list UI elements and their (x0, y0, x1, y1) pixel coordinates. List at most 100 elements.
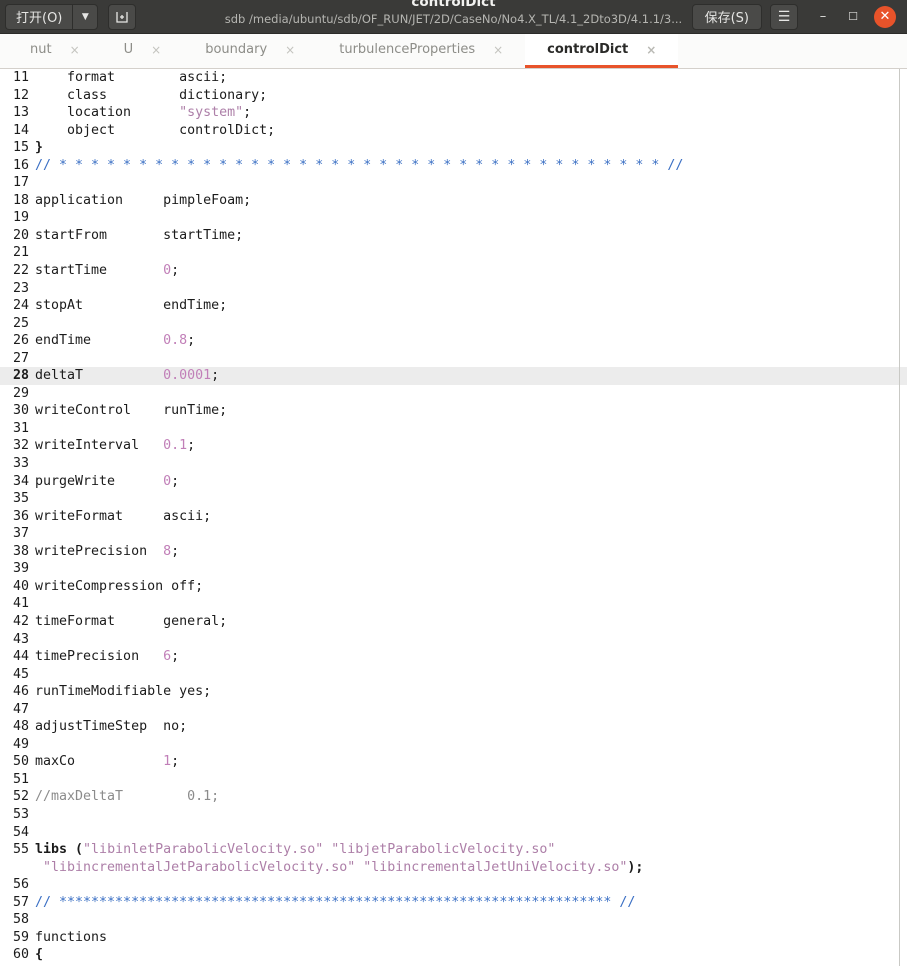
line-number: 55 (12, 842, 29, 858)
tab-close-icon[interactable]: × (493, 43, 503, 57)
code-line[interactable]: 58 (0, 911, 907, 929)
tab-turbulenceProperties[interactable]: turbulenceProperties × (317, 34, 525, 68)
source-code-view[interactable]: 11 format ascii; 12 class dictionary; 13 l… (0, 69, 907, 966)
code-token: timeFormat general; (35, 613, 228, 629)
code-line[interactable]: 23 (0, 280, 907, 298)
code-line[interactable]: 17 (0, 174, 907, 192)
code-line-wrapped[interactable]: 55 "libincrementalJetParabolicVelocity.s… (0, 859, 907, 877)
code-line[interactable]: 33 (0, 455, 907, 473)
code-line[interactable]: 55 libs ("libinletParabolicVelocity.so" "… (0, 841, 907, 859)
code-line[interactable]: 43 (0, 631, 907, 649)
code-token: maxCo (35, 754, 164, 770)
maximize-window-button[interactable]: ☐ (838, 4, 868, 30)
tab-boundary[interactable]: boundary × (183, 34, 317, 68)
open-recent-dropdown-button[interactable]: ▼ (72, 3, 99, 30)
code-line[interactable]: 47 (0, 701, 907, 719)
code-token: stopAt endTime; (35, 298, 228, 314)
code-line[interactable]: 30 writeControl runTime; (0, 402, 907, 420)
editor-area[interactable]: 11 format ascii; 12 class dictionary; 13 l… (0, 69, 907, 966)
code-line[interactable]: 44 timePrecision 6; (0, 648, 907, 666)
code-token: 0.1 (163, 438, 188, 454)
tab-controlDict[interactable]: controlDict × (525, 34, 679, 68)
line-number: 58 (12, 912, 29, 928)
code-line[interactable]: 40 writeCompression off; (0, 578, 907, 596)
code-token: 1 (163, 754, 172, 770)
close-window-button[interactable]: ✕ (874, 5, 896, 28)
code-line[interactable]: 36 writeFormat ascii; (0, 508, 907, 526)
code-line[interactable]: 12 class dictionary; (0, 87, 907, 105)
code-line[interactable]: 13 location "system"; (0, 104, 907, 122)
line-number: 54 (12, 824, 29, 840)
code-line[interactable]: 35 (0, 490, 907, 508)
code-line[interactable]: 14 object controlDict; (0, 122, 907, 140)
open-button[interactable]: 打开(O) (5, 3, 73, 30)
code-line[interactable]: 48 adjustTimeStep no; (0, 718, 907, 736)
tab-close-icon[interactable]: × (151, 43, 161, 57)
code-line[interactable]: 56 (0, 876, 907, 894)
code-line[interactable]: 19 (0, 209, 907, 227)
code-line[interactable]: 45 (0, 666, 907, 684)
code-line[interactable]: 11 format ascii; (0, 69, 907, 87)
code-line[interactable]: 39 (0, 560, 907, 578)
code-token: } (35, 140, 44, 156)
code-line[interactable]: 15} (0, 139, 907, 157)
code-token: ; (171, 263, 180, 279)
open-button-label: 打开(O) (16, 11, 63, 26)
chevron-down-icon: ▼ (81, 11, 89, 22)
line-number: 53 (12, 806, 29, 822)
code-line[interactable]: 28 deltaT 0.0001; (0, 367, 907, 385)
tab-close-icon[interactable]: × (285, 43, 295, 57)
code-line[interactable]: 54 (0, 824, 907, 842)
tab-bar: nut × U × boundary × turbulenceProperties × cont… (0, 34, 907, 69)
code-line[interactable]: 57 // ***********************************… (0, 894, 907, 912)
tab-close-icon[interactable]: × (646, 43, 656, 57)
code-line[interactable]: 24 stopAt endTime; (0, 297, 907, 315)
code-line[interactable]: 25 (0, 315, 907, 333)
code-token: object (35, 122, 180, 138)
hamburger-menu-button[interactable]: ☰ (770, 3, 798, 30)
code-line[interactable]: 32 writeInterval 0.1; (0, 437, 907, 455)
line-number: 52 (12, 789, 29, 805)
code-line[interactable]: 53 (0, 806, 907, 824)
code-token: endTime (35, 333, 164, 349)
new-document-button[interactable] (108, 3, 137, 30)
line-number: 60 (12, 947, 29, 963)
code-token: location (35, 105, 180, 121)
code-line[interactable]: 50 maxCo 1; (0, 753, 907, 771)
save-button[interactable]: 保存(S) (691, 3, 762, 30)
code-line[interactable]: 51 (0, 771, 907, 789)
code-line[interactable]: 22 startTime 0; (0, 262, 907, 280)
code-line[interactable]: 27 (0, 350, 907, 368)
code-line[interactable]: 46 runTimeModifiable yes; (0, 683, 907, 701)
code-token: { (35, 947, 44, 963)
minimize-window-button[interactable]: – (808, 4, 838, 30)
line-number: 16 (12, 157, 29, 173)
code-token: 0 (163, 263, 172, 279)
code-line[interactable]: 42 timeFormat general; (0, 613, 907, 631)
code-line[interactable]: 38 writePrecision 8; (0, 543, 907, 561)
line-number: 34 (12, 473, 29, 489)
code-token: adjustTimeStep no; (35, 719, 188, 735)
code-line[interactable]: 31 (0, 420, 907, 438)
code-line[interactable]: 34 purgeWrite 0; (0, 473, 907, 491)
tab-close-icon[interactable]: × (70, 43, 80, 57)
code-line[interactable]: 26 endTime 0.8; (0, 332, 907, 350)
code-line[interactable]: 20 startFrom startTime; (0, 227, 907, 245)
tab-nut[interactable]: nut × (8, 34, 102, 68)
code-token: writeControl runTime; (35, 403, 228, 419)
code-line[interactable]: 21 (0, 244, 907, 262)
line-number: 20 (12, 227, 29, 243)
code-line[interactable]: 49 (0, 736, 907, 754)
code-line[interactable]: 18 application pimpleFoam; (0, 192, 907, 210)
code-line[interactable]: 16 // * * * * * * * * * * * * * * * * * *… (0, 157, 907, 175)
code-token: // *************************************… (35, 894, 636, 910)
code-line[interactable]: 37 (0, 525, 907, 543)
code-token: ; (171, 473, 180, 489)
code-line[interactable]: 60 { (0, 946, 907, 964)
code-line[interactable]: 41 (0, 595, 907, 613)
tab-U[interactable]: U × (102, 34, 184, 68)
code-token: "libincrementalJetParabolicVelocity.so" … (35, 859, 628, 875)
code-line[interactable]: 29 (0, 385, 907, 403)
code-line[interactable]: 59 functions (0, 929, 907, 947)
code-line[interactable]: 52 //maxDeltaT 0.1; (0, 788, 907, 806)
